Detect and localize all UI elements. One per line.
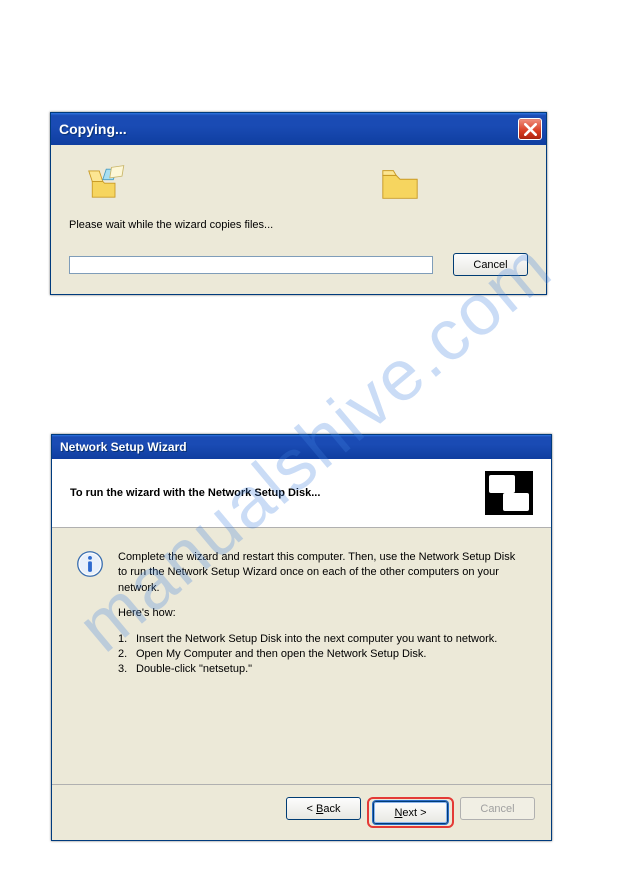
wizard-info-text: Complete the wizard and restart this com… <box>118 550 523 678</box>
close-icon <box>524 123 537 136</box>
wizard-heres-how: Here's how: <box>118 606 523 621</box>
wizard-header-text: To run the wizard with the Network Setup… <box>70 487 320 499</box>
wizard-cancel-button: Cancel <box>460 797 535 820</box>
progress-bar <box>69 256 433 274</box>
wizard-body: Complete the wizard and restart this com… <box>52 528 551 784</box>
wizard-header: To run the wizard with the Network Setup… <box>52 459 551 528</box>
wizard-title: Network Setup Wizard <box>60 440 187 454</box>
copying-dialog: Copying... Please wait while the wizard … <box>50 112 547 295</box>
copying-body: Please wait while the wizard copies file… <box>51 145 546 294</box>
wizard-dialog: Network Setup Wizard To run the wizard w… <box>51 434 552 841</box>
wizard-steps: 1.Insert the Network Setup Disk into the… <box>118 632 523 678</box>
next-button[interactable]: Next > <box>373 801 448 824</box>
copying-message: Please wait while the wizard copies file… <box>69 219 528 231</box>
wizard-titlebar[interactable]: Network Setup Wizard <box>52 435 551 459</box>
cancel-button[interactable]: Cancel <box>453 253 528 276</box>
step-2: 2.Open My Computer and then open the Net… <box>118 647 523 662</box>
wizard-paragraph: Complete the wizard and restart this com… <box>118 550 523 596</box>
back-button[interactable]: < Back <box>286 797 361 820</box>
step-3: 3.Double-click "netsetup." <box>118 662 523 677</box>
wizard-footer: < Back Next > Cancel <box>52 784 551 840</box>
folder-fly-icon <box>87 165 129 203</box>
info-icon <box>76 550 104 578</box>
step-1: 1.Insert the Network Setup Disk into the… <box>118 632 523 647</box>
next-button-highlight: Next > <box>367 797 454 828</box>
network-icon <box>485 471 533 515</box>
copying-titlebar[interactable]: Copying... <box>51 113 546 145</box>
copying-title: Copying... <box>59 121 127 137</box>
close-button[interactable] <box>518 118 542 140</box>
folder-icon <box>379 165 421 203</box>
